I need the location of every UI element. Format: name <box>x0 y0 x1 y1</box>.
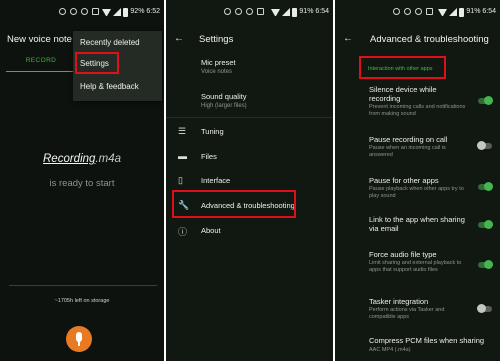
wifi-icon <box>271 8 281 16</box>
sliders-icon: ☰ <box>178 126 187 136</box>
notification-icon <box>257 8 264 15</box>
notification-icon <box>426 8 433 15</box>
setting-title: Sound quality <box>201 92 247 101</box>
divider <box>166 117 333 118</box>
status-bar: 92% 6:52 <box>0 0 164 24</box>
option-title: Link to the app when sharing via email <box>369 215 465 233</box>
notification-icon <box>235 8 242 15</box>
option-title: Pause for other apps <box>369 176 439 185</box>
option-subtitle: Limit sharing and external playback to a… <box>369 260 462 273</box>
notification-icon <box>246 8 253 15</box>
signal-icon <box>282 8 291 16</box>
option-subtitle: Pause playback when other apps try to pl… <box>369 186 464 199</box>
toggle-switch[interactable] <box>477 304 492 313</box>
recording-progress <box>9 285 157 286</box>
option-subtitle: Perform actions via Tasker and compatibl… <box>369 307 445 320</box>
screen-settings: 91% 6:54 ← Settings Mic preset Voice not… <box>166 0 333 361</box>
signal-icon <box>113 8 122 16</box>
mic-icon <box>76 332 82 342</box>
toggle-switch[interactable] <box>478 220 493 229</box>
notification-icon <box>404 8 411 15</box>
screen-recorder: 92% 6:52 New voice note RECORD Recently … <box>0 0 164 361</box>
recording-file-name: Recording.m4a <box>0 153 164 165</box>
notification-icon <box>224 8 231 15</box>
screen-advanced-troubleshooting: 91% 6:54 ← Advanced & troubleshooting In… <box>335 0 500 361</box>
nav-label: Interface <box>201 176 231 185</box>
notification-icon <box>92 8 99 15</box>
nav-label: About <box>201 226 221 235</box>
highlight-box <box>359 56 446 79</box>
record-button[interactable] <box>66 326 92 352</box>
option-subtitle: Prevent incoming calls and notifications… <box>369 104 466 117</box>
menu-item-recently-deleted[interactable]: Recently deleted <box>80 38 140 47</box>
setting-subtitle: Voice notes <box>201 69 233 75</box>
back-arrow-icon[interactable]: ← <box>174 33 184 44</box>
menu-item-help-feedback[interactable]: Help & feedback <box>80 82 139 91</box>
page-title: Advanced & troubleshooting <box>370 34 489 45</box>
notification-icon <box>70 8 77 15</box>
status-bar: 91% 6:54 <box>335 0 500 24</box>
clock: 6:54 <box>315 8 329 15</box>
phone-icon: ▯ <box>178 175 183 185</box>
battery-icon <box>459 7 465 17</box>
recorder-status: is ready to start <box>49 178 115 189</box>
toggle-switch[interactable] <box>478 182 493 191</box>
tab-record[interactable]: RECORD <box>6 57 76 64</box>
status-bar: 91% 6:54 <box>166 0 333 24</box>
notification-icon <box>415 8 422 15</box>
option-title: Silence device while recording <box>369 85 437 103</box>
tab-indicator <box>6 71 76 72</box>
option-title: Compress PCM files when sharing <box>369 336 485 345</box>
battery-percent: 91% <box>299 8 314 15</box>
back-arrow-icon[interactable]: ← <box>343 33 353 44</box>
notification-icon <box>393 8 400 15</box>
option-title: Pause recording on call <box>369 135 448 144</box>
setting-title: Mic preset <box>201 58 236 67</box>
battery-percent: 92% <box>130 8 145 15</box>
highlight-box <box>172 190 296 218</box>
option-subtitle: Pause when an incoming call is answered <box>369 145 446 158</box>
folder-icon: ▬ <box>178 151 187 161</box>
setting-subtitle: High (larger files) <box>201 103 247 109</box>
nav-label: Files <box>201 152 217 161</box>
file-extension: .m4a <box>95 153 121 165</box>
nav-label: Tuning <box>201 127 224 136</box>
toggle-switch[interactable] <box>477 141 492 150</box>
file-name[interactable]: Recording <box>43 153 95 165</box>
highlight-box <box>75 52 119 74</box>
page-title: New voice note <box>7 34 72 45</box>
wifi-icon <box>438 8 448 16</box>
battery-icon <box>123 7 129 17</box>
storage-remaining: ~1705h left on storage <box>54 298 110 304</box>
option-subtitle: AAC MP4 (.m4a) <box>369 347 411 353</box>
toggle-switch[interactable] <box>478 260 493 269</box>
notification-icon <box>81 8 88 15</box>
battery-icon <box>292 7 298 17</box>
toggle-switch[interactable] <box>478 96 493 105</box>
page-title: Settings <box>199 34 234 45</box>
info-icon: ⓘ <box>178 227 188 237</box>
wifi-icon <box>102 8 112 16</box>
notification-icon <box>59 8 66 15</box>
signal-icon <box>449 8 458 16</box>
clock: 6:52 <box>146 8 160 15</box>
option-title: Force audio file type <box>369 250 437 259</box>
clock: 6:54 <box>482 8 496 15</box>
battery-percent: 91% <box>466 8 481 15</box>
option-title: Tasker integration <box>369 297 429 306</box>
